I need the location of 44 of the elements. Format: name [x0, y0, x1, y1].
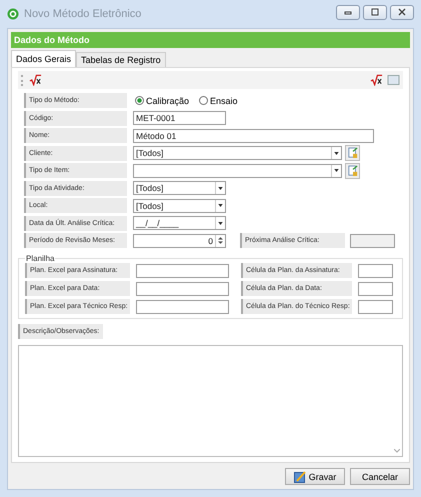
- section-header: Dados do Método: [11, 32, 410, 48]
- text-field[interactable]: [358, 282, 393, 296]
- maximize-icon: [370, 8, 380, 16]
- dropdown-arrow[interactable]: [215, 200, 225, 212]
- radio-option[interactable]: Ensaio: [199, 96, 238, 106]
- text-field[interactable]: [136, 282, 229, 296]
- date-field: [350, 234, 395, 248]
- cancel-button[interactable]: Cancelar: [350, 468, 410, 485]
- close-icon: [397, 8, 407, 16]
- spinner-arrows-icon[interactable]: [218, 236, 223, 245]
- minimize-button[interactable]: [336, 4, 360, 20]
- dropdown-field[interactable]: [133, 164, 342, 178]
- text-area[interactable]: [18, 345, 403, 457]
- text-field[interactable]: [136, 264, 229, 278]
- dropdown-arrow[interactable]: [215, 182, 225, 194]
- maximize-button[interactable]: [363, 4, 387, 20]
- dropdown-field[interactable]: [Todos]: [133, 198, 226, 212]
- tab[interactable]: Tabelas de Registro: [76, 52, 166, 67]
- formula-icon[interactable]: [29, 74, 42, 86]
- text-field[interactable]: Método 01: [133, 128, 374, 142]
- toolbar-grip: [21, 74, 25, 86]
- dropdown-arrow[interactable]: [331, 147, 341, 159]
- radio-option[interactable]: Calibração: [135, 96, 190, 106]
- group-title: Planilha: [25, 254, 56, 263]
- number-field[interactable]: 0: [133, 234, 226, 248]
- formula-icon[interactable]: [370, 74, 383, 86]
- text-field[interactable]: [136, 300, 229, 314]
- app-icon: [7, 8, 19, 20]
- text-field[interactable]: [358, 300, 393, 314]
- chevron-down-icon[interactable]: [394, 449, 400, 453]
- pencil-icon: [294, 470, 306, 482]
- save-button[interactable]: Gravar: [285, 468, 345, 485]
- dropdown-field[interactable]: [Todos]: [133, 146, 342, 160]
- close-button[interactable]: [390, 4, 414, 20]
- dropdown-field[interactable]: __/__/____: [133, 216, 226, 230]
- dropdown-arrow[interactable]: [331, 164, 341, 176]
- tab[interactable]: Dados Gerais: [11, 50, 76, 67]
- dropdown-arrow[interactable]: [215, 217, 225, 229]
- picker-button[interactable]: [345, 162, 360, 178]
- text-field[interactable]: MET-0001: [133, 111, 226, 125]
- text-field[interactable]: [358, 264, 393, 278]
- picker-button[interactable]: [345, 145, 360, 161]
- dropdown-field[interactable]: [Todos]: [133, 181, 226, 195]
- window-title: Novo Método Eletrônico: [24, 8, 142, 20]
